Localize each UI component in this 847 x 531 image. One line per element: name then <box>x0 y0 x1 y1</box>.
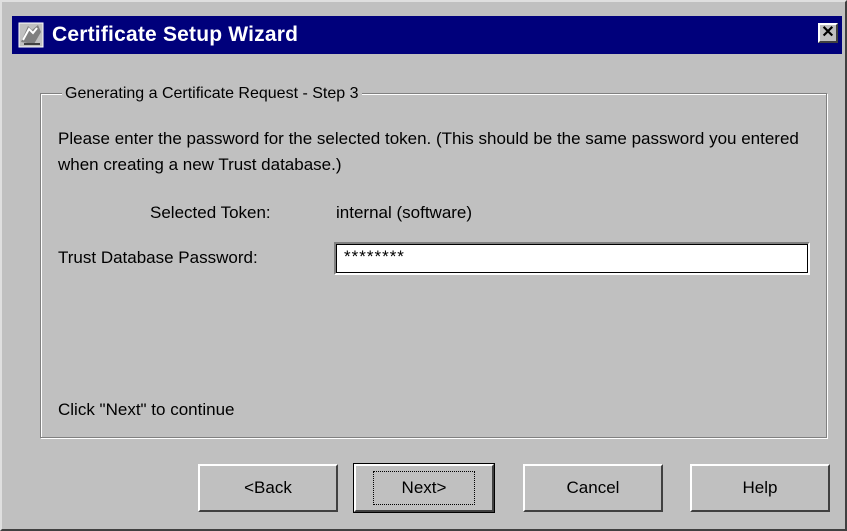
help-button[interactable]: Help <box>690 464 830 512</box>
certificate-app-icon <box>18 22 44 48</box>
help-button-label: Help <box>742 478 778 497</box>
wizard-window: Certificate Setup Wizard ✕ Generating a … <box>0 0 847 531</box>
cancel-button-label: Cancel <box>566 478 620 497</box>
window-title: Certificate Setup Wizard <box>52 23 299 46</box>
cancel-button[interactable]: Cancel <box>523 464 663 512</box>
back-button-label: <Back <box>244 478 292 497</box>
step-legend: Generating a Certificate Request - Step … <box>62 85 362 103</box>
next-button-label: Next> <box>372 471 476 505</box>
next-button[interactable]: Next> <box>353 463 495 513</box>
continue-hint: Click "Next" to continue <box>58 400 235 419</box>
selected-token-label: Selected Token: <box>150 203 271 222</box>
password-field[interactable]: ******** <box>334 242 810 275</box>
close-button[interactable]: ✕ <box>818 23 838 43</box>
instructions-text: Please enter the password for the select… <box>58 129 799 174</box>
password-label: Trust Database Password: <box>58 248 258 267</box>
back-button[interactable]: <Back <box>198 464 338 512</box>
close-icon: ✕ <box>821 24 835 41</box>
title-bar[interactable]: Certificate Setup Wizard ✕ <box>12 16 842 54</box>
selected-token-value: internal (software) <box>336 203 473 222</box>
